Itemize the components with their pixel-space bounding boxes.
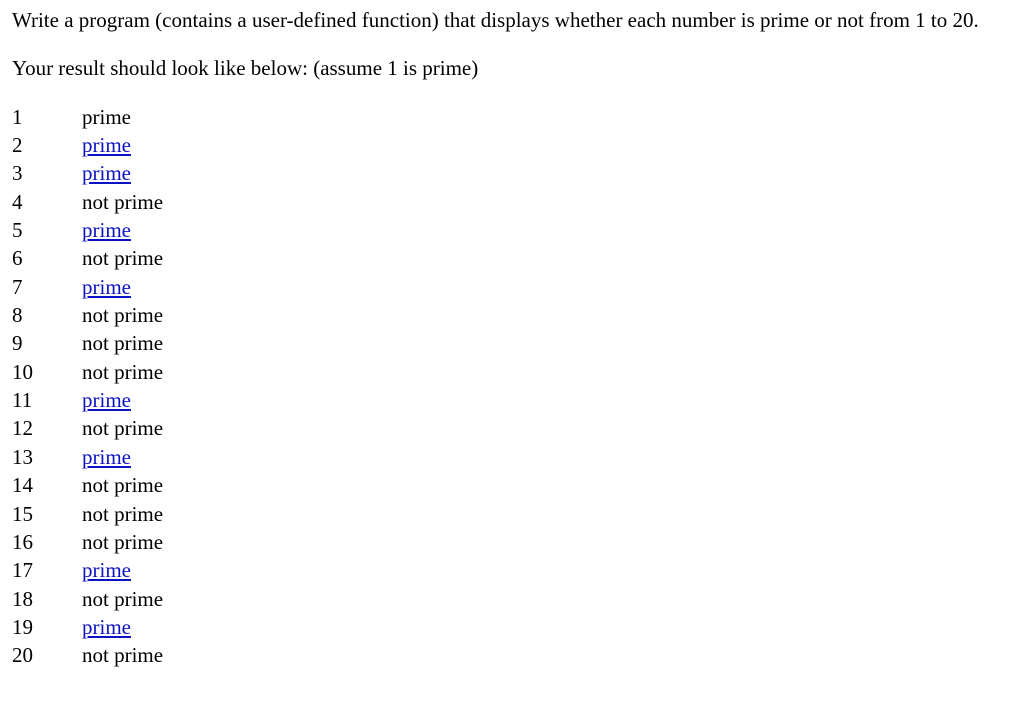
result-row: 19prime (12, 613, 163, 641)
result-row: 15not prime (12, 500, 163, 528)
result-status: not prime (82, 358, 163, 386)
result-number: 2 (12, 131, 82, 159)
result-status: not prime (82, 528, 163, 556)
result-status: not prime (82, 641, 163, 669)
prime-link[interactable]: prime (82, 615, 131, 639)
results-table: 1prime2prime3prime4not prime5prime6not p… (12, 103, 163, 670)
result-status: not prime (82, 188, 163, 216)
result-number: 12 (12, 414, 82, 442)
result-number: 15 (12, 500, 82, 528)
result-row: 20not prime (12, 641, 163, 669)
result-number: 8 (12, 301, 82, 329)
result-status: not prime (82, 585, 163, 613)
result-status: not prime (82, 471, 163, 499)
prime-link[interactable]: prime (82, 558, 131, 582)
result-row: 12not prime (12, 414, 163, 442)
result-row: 14not prime (12, 471, 163, 499)
result-row: 18not prime (12, 585, 163, 613)
result-status: prime (82, 613, 163, 641)
result-row: 11prime (12, 386, 163, 414)
result-instruction: Your result should look like below: (ass… (12, 54, 1012, 82)
result-status: prime (82, 131, 163, 159)
result-row: 17prime (12, 556, 163, 584)
result-row: 7prime (12, 273, 163, 301)
prime-link[interactable]: prime (82, 445, 131, 469)
problem-statement: Write a program (contains a user-defined… (12, 6, 1012, 34)
result-status: not prime (82, 500, 163, 528)
result-row: 8not prime (12, 301, 163, 329)
result-number: 16 (12, 528, 82, 556)
result-number: 11 (12, 386, 82, 414)
result-row: 1prime (12, 103, 163, 131)
result-number: 13 (12, 443, 82, 471)
result-number: 17 (12, 556, 82, 584)
result-status: not prime (82, 301, 163, 329)
result-status: prime (82, 443, 163, 471)
result-number: 19 (12, 613, 82, 641)
prime-link[interactable]: prime (82, 218, 131, 242)
result-row: 2prime (12, 131, 163, 159)
result-status: prime (82, 273, 163, 301)
result-status: not prime (82, 244, 163, 272)
result-row: 5prime (12, 216, 163, 244)
result-number: 7 (12, 273, 82, 301)
prime-link[interactable]: prime (82, 161, 131, 185)
result-row: 9not prime (12, 329, 163, 357)
result-status: prime (82, 386, 163, 414)
result-row: 10not prime (12, 358, 163, 386)
result-number: 5 (12, 216, 82, 244)
result-row: 3prime (12, 159, 163, 187)
result-number: 1 (12, 103, 82, 131)
result-number: 6 (12, 244, 82, 272)
result-number: 18 (12, 585, 82, 613)
result-row: 6not prime (12, 244, 163, 272)
result-status: prime (82, 556, 163, 584)
result-status: not prime (82, 329, 163, 357)
result-number: 14 (12, 471, 82, 499)
result-number: 4 (12, 188, 82, 216)
result-row: 4not prime (12, 188, 163, 216)
result-number: 3 (12, 159, 82, 187)
result-number: 20 (12, 641, 82, 669)
result-number: 9 (12, 329, 82, 357)
prime-link[interactable]: prime (82, 275, 131, 299)
prime-link[interactable]: prime (82, 388, 131, 412)
result-status: not prime (82, 414, 163, 442)
result-status: prime (82, 159, 163, 187)
prime-link[interactable]: prime (82, 133, 131, 157)
result-row: 16not prime (12, 528, 163, 556)
result-status: prime (82, 216, 163, 244)
result-number: 10 (12, 358, 82, 386)
result-row: 13prime (12, 443, 163, 471)
result-status: prime (82, 103, 163, 131)
